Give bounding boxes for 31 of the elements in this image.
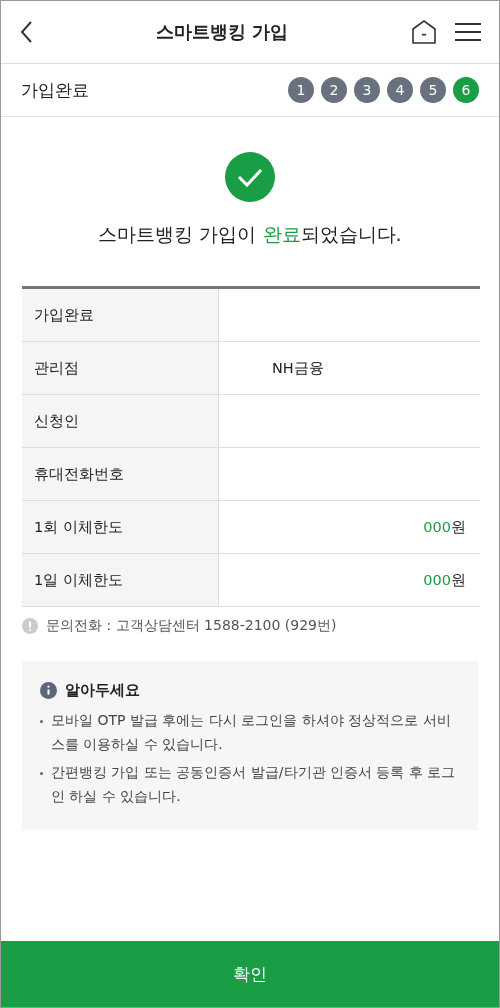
confirm-button[interactable]: 확인 <box>1 941 499 1007</box>
row-label: 신청인 <box>22 394 219 448</box>
bullet-dot <box>40 720 43 723</box>
home-icon[interactable] <box>411 19 437 45</box>
alert-icon <box>22 618 38 634</box>
row-label: 관리점 <box>22 341 219 395</box>
completion-message: 스마트뱅킹 가입이 완료되었습니다. <box>98 222 402 247</box>
row-value: NH금융 <box>218 341 480 395</box>
step-indicator: 2 <box>321 77 347 103</box>
bullet-dot <box>40 772 43 775</box>
info-icon <box>40 682 57 699</box>
check-icon <box>225 152 275 202</box>
notice-item: 모바일 OTP 발급 후에는 다시 로그인을 하셔야 정상적으로 서비스를 이용하실 수 있습니다. <box>40 708 460 756</box>
row-label: 1일 이체한도 <box>22 553 219 607</box>
page-title: 스마트뱅킹 가입 <box>154 20 290 44</box>
row-label: 휴대전화번호 <box>22 447 219 501</box>
contact-text: 문의전화 : 고객상담센터 1588-2100 (929번) <box>46 617 337 635</box>
row-label: 가입완료 <box>22 287 219 342</box>
menu-icon[interactable] <box>455 22 481 42</box>
row-label: 1회 이체한도 <box>22 500 219 554</box>
amount-value: 000원 <box>218 553 480 607</box>
step-label: 가입완료 <box>21 78 90 102</box>
notice-title: 알아두세요 <box>65 681 140 700</box>
amount-value: 000원 <box>218 500 480 554</box>
back-icon[interactable] <box>19 20 33 44</box>
step-indicator: 5 <box>420 77 446 103</box>
notice-item: 간편뱅킹 가입 또는 공동인증서 발급/타기관 인증서 등록 후 로그인 하실 수 있습니다. <box>40 760 460 808</box>
step-indicator: 3 <box>354 77 380 103</box>
step-indicator: 4 <box>387 77 413 103</box>
step-indicator: 6 <box>453 77 479 103</box>
step-indicator: 1 <box>288 77 314 103</box>
